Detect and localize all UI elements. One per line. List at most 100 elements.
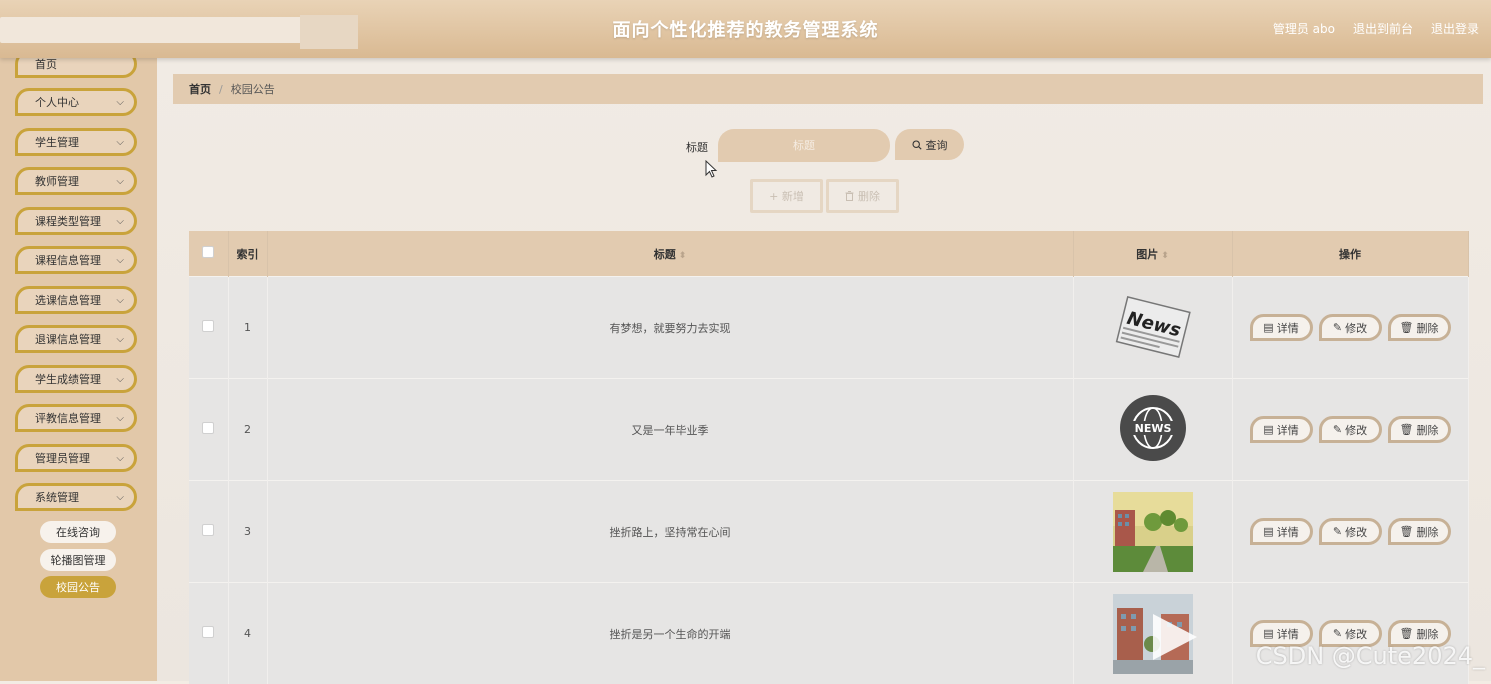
- sidebar-subitem-online-consult[interactable]: 在线咨询: [40, 521, 116, 543]
- add-button[interactable]: + 新增: [750, 179, 823, 213]
- detail-label: 详情: [1277, 320, 1299, 336]
- detail-button[interactable]: ▤ 详情: [1250, 314, 1313, 341]
- sort-icon[interactable]: ⬍: [1161, 251, 1169, 261]
- chevron-down-icon: ⌵: [116, 255, 124, 266]
- detail-button[interactable]: ▤ 详情: [1250, 518, 1313, 545]
- column-image-label: 图片: [1136, 248, 1158, 261]
- delete-button[interactable]: 🗑删除: [1388, 416, 1451, 443]
- sidebar-item-grades[interactable]: 学生成绩管理 ⌵: [15, 365, 137, 393]
- chevron-down-icon: ⌵: [116, 334, 124, 345]
- document-icon: ▤: [1263, 423, 1273, 436]
- sidebar-item-label: 系统管理: [35, 489, 79, 505]
- breadcrumb-separator: /: [219, 83, 223, 96]
- sidebar-item-teachers[interactable]: 教师管理⌵: [15, 167, 137, 195]
- table-header-row: 索引 标题⬍ 图片⬍ 操作: [189, 231, 1468, 277]
- row-image-cell: News: [1073, 277, 1232, 379]
- detail-button[interactable]: ▤详情: [1250, 416, 1313, 443]
- add-button-label: + 新增: [769, 188, 804, 204]
- sidebar-item-label: 教师管理: [35, 173, 79, 189]
- sidebar-item-course-drop[interactable]: 退课信息管理⌵: [15, 325, 137, 353]
- edit-button[interactable]: ✎修改: [1319, 314, 1382, 341]
- chevron-down-icon: ⌵: [116, 137, 124, 148]
- sort-icon[interactable]: ⬍: [679, 251, 687, 261]
- logout-link[interactable]: 退出登录: [1431, 20, 1479, 37]
- admin-username: 管理员 abo: [1273, 20, 1335, 37]
- column-image[interactable]: 图片⬍: [1073, 231, 1232, 277]
- campus-road-image: [1113, 492, 1193, 572]
- exit-to-front-link[interactable]: 退出到前台: [1353, 20, 1413, 37]
- sidebar-item-label: 评教信息管理: [35, 410, 101, 426]
- edit-label: 修改: [1345, 626, 1367, 642]
- trash-icon: 🗑: [1400, 627, 1414, 640]
- search-button[interactable]: 查询: [895, 129, 964, 160]
- document-icon: ▤: [1263, 525, 1273, 538]
- delete-button[interactable]: 🗑删除: [1388, 314, 1451, 341]
- batch-delete-label: 删除: [858, 188, 880, 204]
- column-title[interactable]: 标题⬍: [267, 231, 1073, 277]
- row-checkbox[interactable]: [202, 320, 214, 332]
- chevron-down-icon: ⌵: [116, 374, 124, 385]
- app-title: 面向个性化推荐的教务管理系统: [0, 16, 1491, 42]
- edit-button[interactable]: ✎修改: [1319, 518, 1382, 545]
- breadcrumb: 首页 / 校园公告: [173, 74, 1483, 104]
- sidebar-subitem-carousel[interactable]: 轮播图管理: [40, 549, 116, 571]
- breadcrumb-home[interactable]: 首页: [189, 81, 211, 97]
- search-input[interactable]: [718, 129, 890, 162]
- chevron-down-icon: ⌵: [116, 453, 124, 464]
- header-links: 管理员 abo 退出到前台 退出登录: [1273, 20, 1479, 37]
- select-all-cell: [189, 231, 228, 277]
- watermark: CSDN @Cute2024_: [1256, 642, 1485, 670]
- sidebar-item-admins[interactable]: 管理员管理⌵: [15, 444, 137, 472]
- sidebar-item-label: 个人中心: [35, 94, 79, 110]
- sidebar-item-label: 课程信息管理: [35, 252, 101, 268]
- batch-delete-button[interactable]: 删除: [826, 179, 899, 213]
- detail-label: 详情: [1277, 524, 1299, 540]
- search-icon: [912, 140, 922, 150]
- sidebar-item-course-types[interactable]: 课程类型管理⌵: [15, 207, 137, 235]
- chevron-down-icon: ⌵: [116, 295, 124, 306]
- row-checkbox[interactable]: [202, 626, 214, 638]
- sidebar-item-course-selection[interactable]: 选课信息管理⌵: [15, 286, 137, 314]
- document-icon: ▤: [1263, 321, 1273, 334]
- play-icon[interactable]: [1147, 610, 1201, 664]
- row-title: 挫折是另一个生命的开端: [267, 583, 1073, 684]
- edit-button[interactable]: ✎修改: [1319, 416, 1382, 443]
- edit-label: 修改: [1345, 320, 1367, 336]
- top-header: 面向个性化推荐的教务管理系统 管理员 abo 退出到前台 退出登录: [0, 0, 1491, 58]
- main-content: 首页 / 校园公告 标题 查询 + 新增 删除 索引 标题⬍ 图片⬍ 操作: [157, 58, 1491, 681]
- news-paper-image: News: [1113, 288, 1193, 368]
- row-index: 2: [228, 379, 267, 481]
- delete-label: 删除: [1416, 422, 1438, 438]
- sidebar-item-students[interactable]: 学生管理 ⌵: [15, 128, 137, 156]
- row-select-cell: [189, 379, 228, 481]
- sidebar-item-evaluations[interactable]: 评教信息管理⌵: [15, 404, 137, 432]
- sidebar-item-system[interactable]: 系统管理⌵: [15, 483, 137, 511]
- pencil-icon: ✎: [1333, 423, 1342, 436]
- delete-button[interactable]: 🗑删除: [1388, 518, 1451, 545]
- row-checkbox[interactable]: [202, 422, 214, 434]
- sidebar-item-label: 学生管理: [35, 134, 79, 150]
- pencil-icon: ✎: [1333, 525, 1342, 538]
- row-title: 挫折路上，坚持常在心间: [267, 481, 1073, 583]
- mouse-cursor-icon: [705, 160, 719, 180]
- pencil-icon: ✎: [1333, 321, 1342, 334]
- delete-label: 删除: [1416, 320, 1438, 336]
- row-select-cell: [189, 481, 228, 583]
- edit-label: 修改: [1345, 524, 1367, 540]
- row-checkbox[interactable]: [202, 524, 214, 536]
- row-index: 4: [228, 583, 267, 684]
- sidebar: 首页 个人中心⌵ 学生管理⌵ 教师管理⌵ 课程类型管理⌵ 课程信息管理⌵ 选课信…: [0, 58, 157, 681]
- table-row: 2 又是一年毕业季 NEWS ▤详情✎修改🗑删除: [189, 379, 1468, 481]
- row-title: 又是一年毕业季: [267, 379, 1073, 481]
- sidebar-item-course-info[interactable]: 课程信息管理 ⌵: [15, 246, 137, 274]
- breadcrumb-current: 校园公告: [231, 81, 275, 97]
- table-row: 3 挫折路上，坚持常在心间 ▤详情✎修改🗑删除: [189, 481, 1468, 583]
- sidebar-item-label: 学生成绩管理: [35, 371, 101, 387]
- column-ops: 操作: [1232, 231, 1468, 277]
- delete-label: 删除: [1416, 524, 1438, 540]
- notice-table: 索引 标题⬍ 图片⬍ 操作 1 有梦想，就要努力去实现 News ▤详情✎修改🗑…: [189, 231, 1469, 684]
- row-image-cell: [1073, 481, 1232, 583]
- sidebar-subitem-campus-notice[interactable]: 校园公告: [40, 576, 116, 598]
- sidebar-item-personal-center[interactable]: 个人中心⌵: [15, 88, 137, 116]
- select-all-checkbox[interactable]: [202, 246, 214, 258]
